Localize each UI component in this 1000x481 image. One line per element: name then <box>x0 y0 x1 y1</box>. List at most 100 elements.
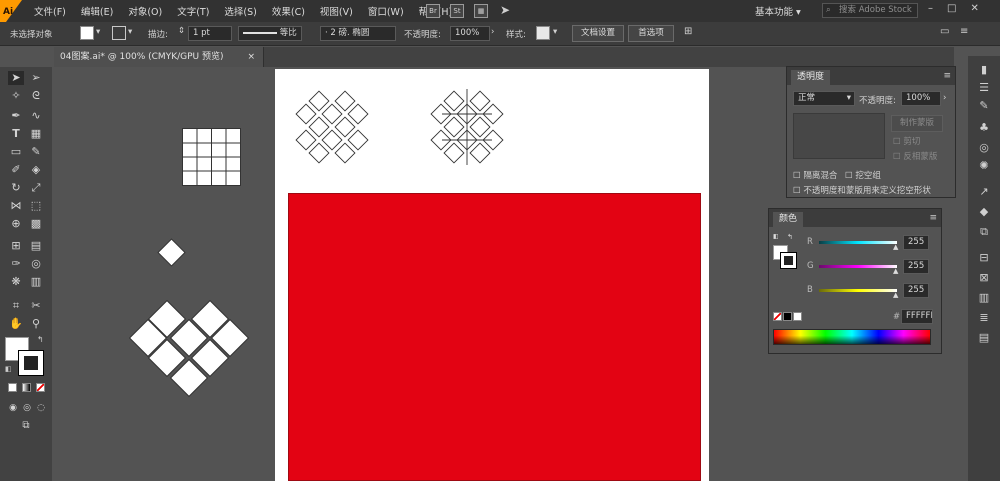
b-value-field[interactable]: 255 <box>903 283 929 298</box>
stroke-weight-field[interactable]: 1 pt <box>188 26 232 41</box>
document-setup-button[interactable]: 文档设置 <box>572 25 624 42</box>
column-graph-tool-icon[interactable]: ▥ <box>28 275 44 289</box>
paintbrush-tool-icon[interactable]: ✎ <box>28 145 44 159</box>
fill-stroke-widget[interactable]: ↰ ◧ <box>5 335 45 377</box>
hex-value-field[interactable]: FFFFFF <box>901 309 933 324</box>
mini-swap-icon[interactable]: ↰ <box>787 233 793 241</box>
symbols-icon[interactable]: ♣ <box>977 122 991 134</box>
blend-tool-icon[interactable]: ◎ <box>28 257 44 271</box>
color-spectrum[interactable] <box>773 329 931 345</box>
color-fill-stroke-widget[interactable]: ◧ ↰ <box>773 233 797 269</box>
menu-select[interactable]: 选择(S) <box>224 4 256 18</box>
control-menu-icon[interactable]: ≡ <box>960 26 968 37</box>
stroke-label[interactable]: 描边: <box>148 28 168 40</box>
stroke-color-box[interactable] <box>18 350 44 376</box>
pathfinder-icon[interactable]: ⊠ <box>977 272 991 284</box>
style-dropdown-icon[interactable]: ▾ <box>553 27 557 37</box>
invert-mask-checkbox[interactable]: ☐ 反相蒙版 <box>893 150 937 162</box>
rotate-tool-icon[interactable]: ↻ <box>8 181 24 195</box>
export-icon[interactable]: ↗ <box>977 186 991 198</box>
draw-inside-icon[interactable]: ◌ <box>33 401 49 415</box>
make-mask-button[interactable]: 制作蒙版 <box>891 115 943 132</box>
layers-icon[interactable]: ◆ <box>977 206 991 218</box>
zoom-tool-icon[interactable]: ⚲ <box>28 317 44 331</box>
arrange-documents-icon[interactable]: ▦ <box>474 4 488 18</box>
line-tool-icon[interactable]: ▦ <box>28 127 44 141</box>
stock-search-input[interactable]: ⌕ 搜索 Adobe Stock <box>822 3 918 18</box>
bridge-button[interactable]: Br <box>426 4 440 18</box>
menu-effect[interactable]: 效果(C) <box>272 4 305 18</box>
mesh-tool-icon[interactable]: ⊞ <box>8 239 24 253</box>
gradient-panel-icon[interactable]: ▤ <box>977 332 991 344</box>
color-stroke-box[interactable] <box>780 252 797 269</box>
close-window-icon[interactable]: ✕ <box>970 3 978 14</box>
align-icon[interactable]: ⊟ <box>977 252 991 264</box>
graphic-styles-icon[interactable]: ◎ <box>977 142 991 154</box>
color-panel-tab[interactable]: 颜色 <box>773 212 804 227</box>
menu-window[interactable]: 窗口(W) <box>368 4 404 18</box>
panel-menu-icon[interactable]: ≡ <box>929 213 937 223</box>
none-color-icon[interactable] <box>773 312 782 321</box>
eyedropper-tool-icon[interactable]: ✑ <box>8 257 24 271</box>
black-swatch[interactable] <box>783 312 792 321</box>
isolate-blending-checkbox[interactable]: ☐ 隔离混合 <box>793 169 837 181</box>
grid-shape[interactable] <box>182 128 241 186</box>
pattern-tile-1[interactable] <box>295 90 369 164</box>
shape-builder-tool-icon[interactable]: ⊕ <box>8 217 24 231</box>
lasso-tool-icon[interactable]: ᘓ <box>28 89 44 103</box>
selection-tool-icon[interactable]: ➤ <box>8 71 24 85</box>
type-tool-icon[interactable]: T <box>8 127 24 141</box>
gpu-performance-icon[interactable]: ➤ <box>498 4 512 18</box>
g-value-field[interactable]: 255 <box>903 259 929 274</box>
stroke-swatch[interactable] <box>112 26 126 40</box>
properties-icon[interactable]: ▮ <box>977 64 991 76</box>
rectangle-tool-icon[interactable]: ▭ <box>8 145 24 159</box>
fill-dropdown-icon[interactable]: ▾ <box>96 27 100 37</box>
workspace-switcher[interactable]: 基本功能 ▾ <box>755 4 801 18</box>
r-slider[interactable] <box>819 241 897 244</box>
g-slider[interactable] <box>819 265 897 268</box>
opacity-field[interactable]: 100% <box>450 26 490 41</box>
gradient-tool-icon[interactable]: ▤ <box>28 239 44 253</box>
close-tab-icon[interactable]: × <box>247 47 255 67</box>
graphic-style-swatch[interactable] <box>536 26 550 40</box>
document-tab[interactable]: 04图案.ai* @ 100% (CMYK/GPU 预览) × <box>54 47 264 67</box>
menu-type[interactable]: 文字(T) <box>177 4 209 18</box>
curvature-tool-icon[interactable]: ∿ <box>28 109 44 123</box>
fill-swatch[interactable] <box>80 26 94 40</box>
r-value-field[interactable]: 255 <box>903 235 929 250</box>
diamond-cluster-large[interactable] <box>128 299 250 398</box>
stroke-profile-select[interactable]: 等比 <box>238 26 302 41</box>
menu-edit[interactable]: 编辑(E) <box>81 4 113 18</box>
swap-fill-stroke-icon[interactable]: ↰ <box>37 335 44 344</box>
minimize-icon[interactable]: – <box>928 3 933 14</box>
b-slider-thumb[interactable]: ▲ <box>893 291 898 299</box>
symbol-sprayer-tool-icon[interactable]: ❋ <box>8 275 24 289</box>
none-mode-icon[interactable] <box>36 383 45 392</box>
transparency-panel-tab[interactable]: 透明度 <box>791 70 831 85</box>
knockout-group-checkbox[interactable]: ☐ 挖空组 <box>845 169 881 181</box>
opacity-label[interactable]: 不透明度: <box>404 28 441 40</box>
opacity-chevron-icon[interactable]: › <box>943 93 946 103</box>
preferences-button[interactable]: 首选项 <box>628 25 674 42</box>
artboard-tool-icon[interactable]: ⌗ <box>8 299 24 313</box>
white-swatch[interactable] <box>793 312 802 321</box>
transform-icon[interactable]: ▥ <box>977 292 991 304</box>
free-transform-tool-icon[interactable]: ⬚ <box>28 199 44 213</box>
default-colors-icon[interactable]: ◧ <box>5 365 12 373</box>
pattern-tile-2[interactable] <box>430 89 504 165</box>
hand-tool-icon[interactable]: ✋ <box>8 317 24 331</box>
clip-checkbox[interactable]: ☐ 剪切 <box>893 135 920 147</box>
direct-selection-tool-icon[interactable]: ➢ <box>28 71 44 85</box>
opacity-chevron-icon[interactable]: › <box>491 27 494 37</box>
menu-file[interactable]: 文件(F) <box>34 4 66 18</box>
libraries-icon[interactable]: ☰ <box>977 82 991 94</box>
scale-tool-icon[interactable]: ⤢ <box>28 181 44 195</box>
r-slider-thumb[interactable]: ▲ <box>893 243 898 251</box>
magic-wand-tool-icon[interactable]: ✧ <box>8 89 24 103</box>
panel-menu-icon[interactable]: ≡ <box>943 71 951 81</box>
stroke-stepper-icon[interactable]: ⇕ <box>178 26 185 36</box>
artboards-icon[interactable]: ⧉ <box>977 226 991 238</box>
menu-object[interactable]: 对象(O) <box>128 4 162 18</box>
align-options-icon[interactable]: ⊞ <box>684 26 692 37</box>
